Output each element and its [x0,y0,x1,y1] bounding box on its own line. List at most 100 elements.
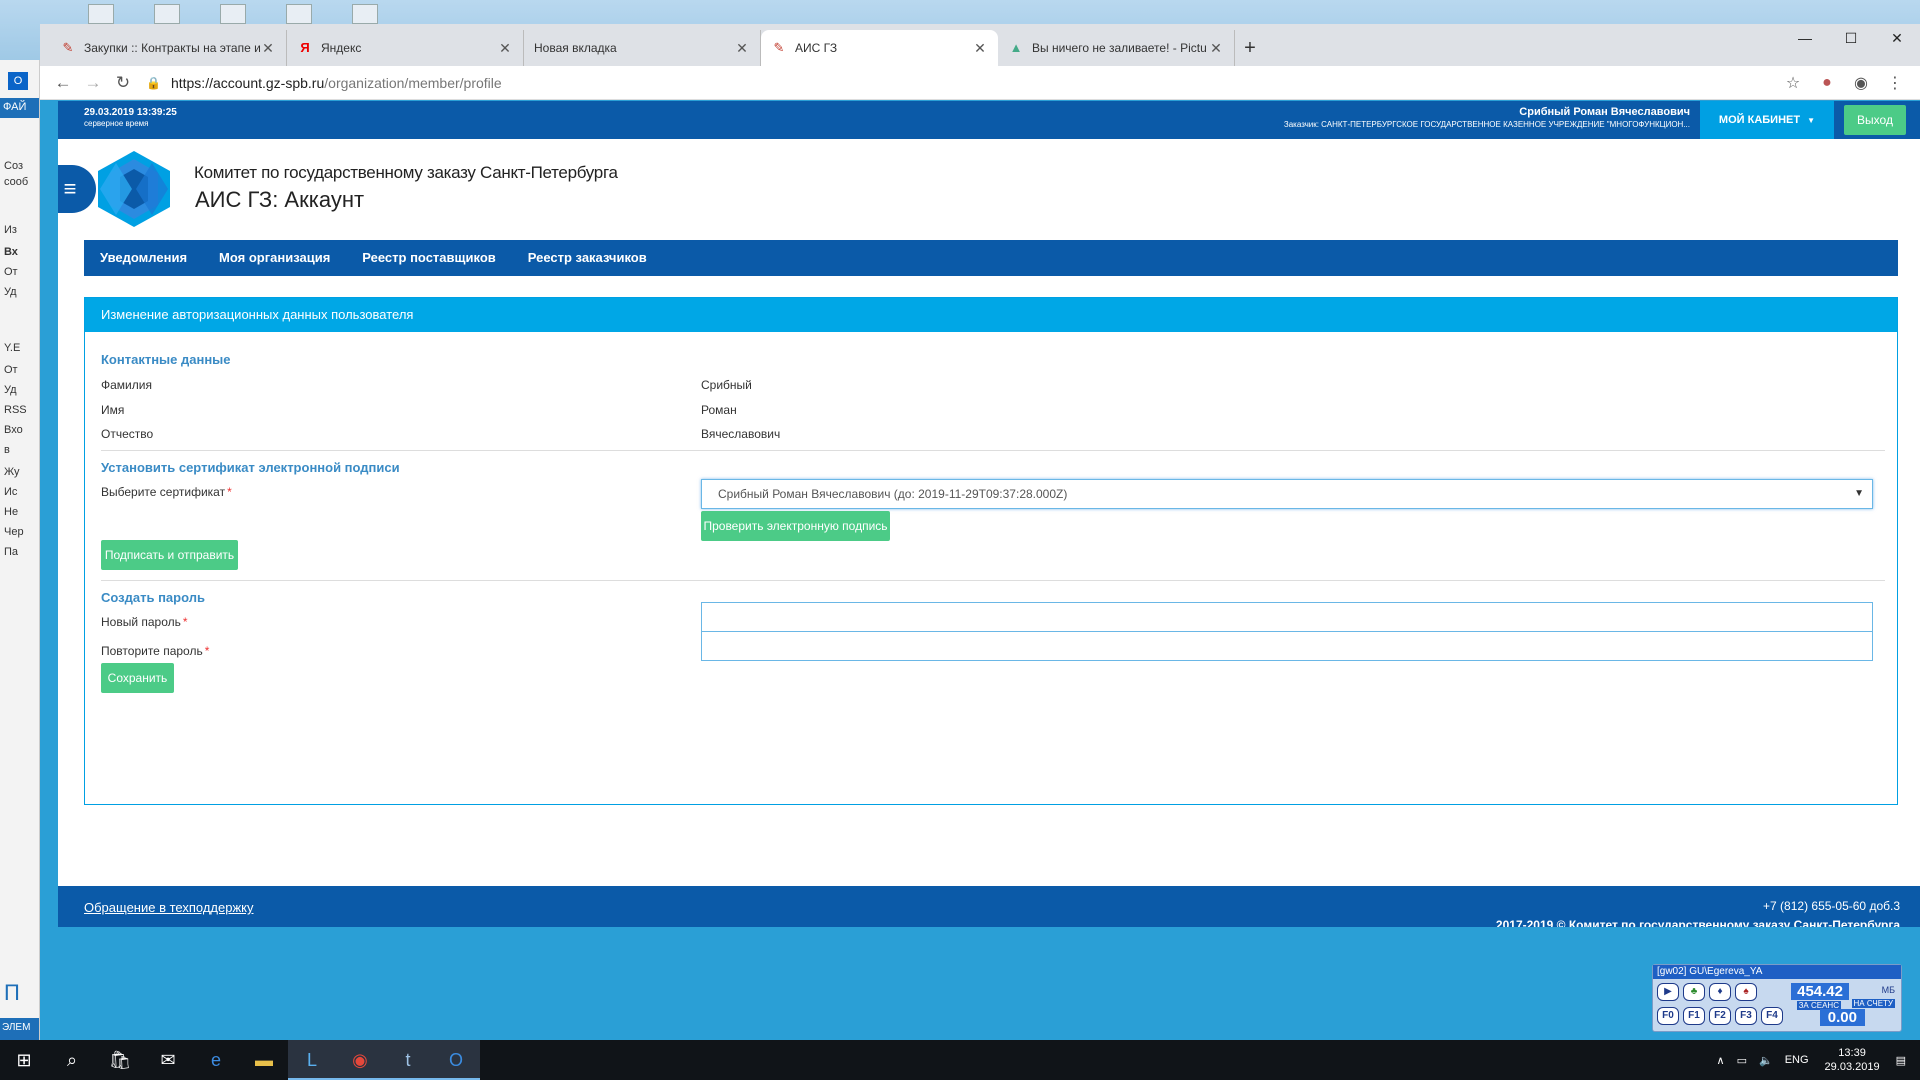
store-icon[interactable]: 🛍 [96,1040,144,1080]
star-icon[interactable]: ☆ [1776,73,1810,93]
outlook-item[interactable]: От [4,266,18,278]
outlook-item[interactable]: Вхо [4,424,23,436]
terminal-icon[interactable]: t [384,1040,432,1080]
desktop-file-icon[interactable] [220,4,246,24]
minimize-icon[interactable]: — [1782,24,1828,52]
windows-start-icon[interactable]: ⊞ [0,1040,48,1080]
outlook-item[interactable]: Y.E [4,342,20,354]
language-indicator[interactable]: ENG [1779,1054,1815,1066]
outlook-item[interactable]: Па [4,546,18,558]
divider [101,450,1885,451]
nav-suppliers-registry[interactable]: Реестр поставщиков [346,240,511,276]
traffic-widget: [gw02] GU\Egereva_YA ▶ ♣ ♦ ♠ F0 F1 F2 F3… [1652,964,1902,1032]
desktop-file-icon[interactable] [286,4,312,24]
menu-dots-icon[interactable]: ⋮ [1878,73,1912,93]
outlook-item[interactable]: Из [4,224,17,236]
green-user-icon[interactable]: ♣ [1683,983,1705,1001]
lync-icon[interactable]: L [288,1040,336,1080]
support-link[interactable]: Обращение в техподдержку [84,900,254,915]
key-f2[interactable]: F2 [1709,1007,1731,1025]
close-icon[interactable]: ✕ [1208,40,1224,57]
new-password-input[interactable] [701,602,1873,632]
nav-customers-registry[interactable]: Реестр заказчиков [512,240,663,276]
widget-keys: F0 F1 F2 F3 F4 [1657,1007,1783,1025]
clock[interactable]: 13:39 29.03.2019 [1815,1046,1890,1074]
red-user-icon[interactable]: ♠ [1735,983,1757,1001]
close-icon[interactable]: ✕ [260,40,276,57]
lock-icon[interactable]: 🔒 [146,76,161,90]
tab-yandex[interactable]: Я Яндекс ✕ [287,30,524,66]
sign-and-send-button[interactable]: Подписать и отправить [101,540,238,570]
chrome-icon[interactable]: ◉ [336,1040,384,1080]
outlook-item[interactable]: Соз [4,160,23,172]
edge-icon[interactable]: e [192,1040,240,1080]
desktop-file-icon[interactable] [352,4,378,24]
close-icon[interactable]: ✕ [734,40,750,57]
gz-icon: ✎ [62,40,74,55]
certificate-label-text: Выберите сертификат [101,485,226,499]
blue-user-icon[interactable]: ♦ [1709,983,1731,1001]
server-time: 29.03.2019 13:39:25 серверное время [84,107,177,128]
tab-pictu[interactable]: ▲ Вы ничего не заливаете! - Pictu ✕ [998,30,1235,66]
header-title: АИС ГЗ: Аккаунт [195,187,365,212]
outlook-icon[interactable]: O [432,1040,480,1080]
outlook-file-tab[interactable]: ФАЙ [0,98,39,118]
tab-title: АИС ГЗ [795,41,838,55]
certificate-label: Выберите сертификат * [101,485,232,499]
key-f1[interactable]: F1 [1683,1007,1705,1025]
forward-icon[interactable]: → [78,68,108,98]
outlook-item[interactable]: Уд [4,286,17,298]
outlook-item[interactable]: Жу [4,466,20,478]
outlook-item[interactable]: RSS [4,404,27,416]
traffic-amount: 454.42 [1791,983,1849,1000]
certificate-select[interactable]: Срибный Роман Вячеславович (до: 2019-11-… [701,479,1873,509]
outlook-icon[interactable]: O [8,72,28,90]
verify-signature-button[interactable]: Проверить электронную подпись [701,511,890,541]
tab-new[interactable]: Новая вкладка ✕ [524,30,761,66]
key-f3[interactable]: F3 [1735,1007,1757,1025]
search-icon[interactable]: ⌕ [48,1040,96,1080]
tab-zakupki[interactable]: ✎ Закупки :: Контракты на этапе и ✕ [50,30,287,66]
chevron-up-icon[interactable]: ∧ [1711,1054,1731,1067]
new-tab-button[interactable]: + [1235,30,1265,66]
site-header: ≡ Комитет по государственному заказу Сан… [58,139,1920,239]
notifications-icon[interactable]: ▤ [1890,1054,1920,1067]
close-window-icon[interactable]: ✕ [1874,24,1920,52]
maximize-icon[interactable]: ☐ [1828,24,1874,52]
close-icon[interactable]: ✕ [972,40,988,57]
network-icon[interactable]: ▭ [1731,1054,1753,1067]
play-icon[interactable]: ▶ [1657,983,1679,1001]
outlook-item[interactable]: сооб [4,176,28,188]
desktop-file-icon[interactable] [154,4,180,24]
outlook-item[interactable]: Ис [4,486,17,498]
outlook-item[interactable]: Вх [4,246,18,258]
outlook-item[interactable]: Чер [4,526,24,538]
reload-icon[interactable]: ↻ [108,68,138,98]
outlook-item[interactable]: От [4,364,18,376]
back-icon[interactable]: ← [48,68,78,98]
footer-phone: +7 (812) 655-05-60 доб.3 [1763,899,1900,913]
tab-title: Вы ничего не заливаете! - Pictu [1032,41,1207,55]
outlook-item[interactable]: Не [4,506,18,518]
outlook-item[interactable]: в [4,444,10,456]
explorer-icon[interactable]: ▬ [240,1040,288,1080]
nav-my-organization[interactable]: Моя организация [203,240,346,276]
outlook-item[interactable]: Уд [4,384,17,396]
repeat-password-input[interactable] [701,631,1873,661]
exit-button[interactable]: Выход [1844,105,1906,135]
desktop-file-icon[interactable] [88,4,114,24]
key-f0[interactable]: F0 [1657,1007,1679,1025]
tab-ais-gz[interactable]: ✎ АИС ГЗ ✕ [761,30,998,66]
account-icon[interactable]: ◉ [1844,73,1878,93]
url-field[interactable]: 🔒 https://account.gz-spb.ru/organization… [146,69,1776,97]
extension-icon[interactable]: ● [1810,74,1844,92]
my-cabinet-button[interactable]: МОЙ КАБИНЕТ ▼ [1700,101,1834,139]
server-datetime: 29.03.2019 13:39:25 [84,107,177,118]
volume-icon[interactable]: 🔈 [1753,1054,1779,1067]
key-f4[interactable]: F4 [1761,1007,1783,1025]
save-button[interactable]: Сохранить [101,663,174,693]
repeat-password-label-text: Повторите пароль [101,644,203,658]
nav-notifications[interactable]: Уведомления [84,240,203,276]
mail-icon[interactable]: ✉ [144,1040,192,1080]
close-icon[interactable]: ✕ [497,40,513,57]
